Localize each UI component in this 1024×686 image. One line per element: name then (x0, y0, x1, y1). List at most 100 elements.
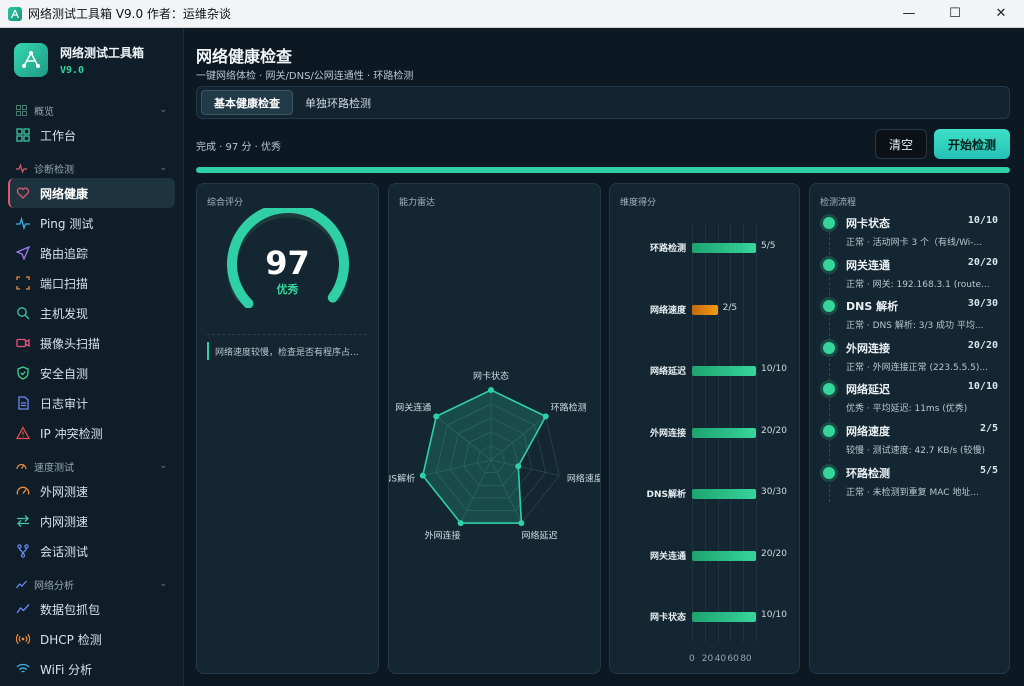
card-title: 综合评分 (207, 198, 244, 208)
wifi-icon (16, 662, 30, 676)
group-label: 诊断检测 (34, 164, 74, 176)
flow-step: DNS 解析 30/30 正常 · DNS 解析: 3/3 成功 平均... (810, 295, 998, 335)
sidebar-item-port-scan[interactable]: 端口扫描 (8, 268, 175, 298)
start-check-button[interactable]: 开始检测 (934, 129, 1010, 159)
chart-line-icon (16, 579, 27, 590)
sidebar-item-packet-capture[interactable]: 数据包抓包 (8, 594, 175, 624)
sidebar-item-label: 数据包抓包 (40, 602, 101, 617)
bar-value: 10/10 (761, 364, 787, 374)
sidebar-item-workbench[interactable]: 工作台 (8, 120, 175, 150)
sidebar-item-label: 安全自测 (40, 366, 89, 381)
step-description: 正常 · 网关: 192.168.3.1 (route... (846, 279, 990, 290)
bar-label: 网卡状态 (649, 613, 686, 623)
step-score: 20/20 (967, 256, 998, 268)
flow-step: 外网连接 20/20 正常 · 外网连接正常 (223.5.5.5)... (810, 337, 998, 377)
sidebar-item-log-audit[interactable]: 日志审计 (8, 388, 175, 418)
step-name: 网络延迟 (846, 383, 890, 397)
brand: 网络测试工具箱 V9.0 (0, 28, 183, 92)
sidebar-item-wan-speed[interactable]: 外网测速 (8, 476, 175, 506)
progress-fill (196, 167, 1010, 173)
clear-button[interactable]: 清空 (875, 129, 927, 159)
tab-basic-health-check[interactable]: 基本健康检查 (201, 90, 293, 115)
step-name: DNS 解析 (846, 300, 899, 314)
transfer-icon (16, 514, 30, 528)
chevron-down-icon: ⌄ (159, 579, 167, 589)
step-description: 较慢 · 测试速度: 42.7 KB/s (较慢) (846, 446, 986, 456)
tab-loop-detection[interactable]: 单独环路检测 (293, 90, 383, 115)
bar-value: 20/20 (761, 425, 787, 436)
brand-name: 网络测试工具箱 (60, 46, 145, 60)
card-title: 维度得分 (620, 198, 657, 208)
sidebar-item-label: IP 冲突检测 (40, 426, 103, 441)
score-card: 综合评分 97 优秀 网络速度较慢，检查是否有程序占... (196, 183, 379, 674)
minimize-button[interactable]: — (886, 0, 932, 28)
group-diagnostics[interactable]: 诊断检测 ⌄ (0, 158, 183, 178)
radar-area (421, 389, 547, 524)
sidebar-item-label: 端口扫描 (40, 276, 89, 291)
radar-axis-label: 网关连通 (395, 402, 431, 414)
sidebar-item-label: DHCP 检测 (40, 632, 102, 647)
step-description: 正常 · DNS 解析: 3/3 成功 平均... (846, 321, 984, 332)
sidebar-item-network-health[interactable]: 网络健康 (8, 178, 175, 208)
app-logo-icon (14, 43, 48, 77)
page-title: 网络健康检查 (196, 47, 293, 66)
chevron-down-icon: ⌄ (159, 163, 167, 173)
radar-point (518, 520, 525, 527)
maximize-button[interactable]: ☐ (932, 0, 978, 28)
bar (692, 243, 756, 253)
sidebar-item-host-discovery[interactable]: 主机发现 (8, 298, 175, 328)
page-subtitle: 一键网络体检 · 网关/DNS/公网连通性 · 环路检测 (196, 71, 414, 82)
sidebar-item-ip-conflict[interactable]: IP 冲突检测 (8, 418, 175, 448)
bar-row: 网络延迟 10/10 (610, 364, 800, 378)
camera-icon (16, 336, 30, 350)
bar-label: 环路检测 (649, 244, 686, 254)
flow-step: 环路检测 5/5 正常 · 未检测到重复 MAC 地址... (810, 462, 998, 502)
sidebar-item-label: 路由追踪 (40, 246, 89, 261)
main-content: 网络健康检查 一键网络体检 · 网关/DNS/公网连通性 · 环路检测 基本健康… (184, 28, 1024, 686)
radar-point (457, 520, 464, 527)
sidebar-item-security-test[interactable]: 安全自测 (8, 358, 175, 388)
sidebar-item-session-test[interactable]: 会话测试 (8, 536, 175, 566)
axis-tick-label: 60 (727, 654, 739, 664)
sidebar-item-label: 网络健康 (40, 186, 89, 201)
card-title: 检测流程 (820, 198, 857, 208)
radar-axis-label: 外网连接 (425, 530, 461, 542)
step-name: 网络速度 (846, 425, 890, 438)
grid-icon (16, 128, 30, 142)
warning-icon (16, 426, 30, 440)
radar-axis-label: 环路检测 (551, 402, 587, 414)
window-titlebar: 网络测试工具箱 V9.0 作者：运维杂谈 — ☐ ✕ (0, 0, 1024, 28)
group-speed-test[interactable]: 速度测试 ⌄ (0, 456, 183, 476)
bar-label: 网关连通 (649, 551, 686, 562)
group-label: 网络分析 (34, 580, 74, 592)
radar-point (433, 413, 440, 420)
bar-value: 30/30 (761, 487, 787, 497)
step-description: 优秀 · 平均延迟: 11ms (优秀) (846, 404, 968, 415)
radar-axis-label: DNS解析 (389, 473, 415, 485)
sidebar-item-traceroute[interactable]: 路由追踪 (8, 238, 175, 268)
sidebar-item-label: 会话测试 (40, 544, 89, 559)
axis-tick-label: 0 (689, 654, 695, 664)
sidebar-item-ping[interactable]: Ping 测试 (8, 208, 175, 238)
status-dot-icon (823, 258, 835, 271)
sidebar-item-dhcp-check[interactable]: DHCP 检测 (8, 624, 175, 654)
sidebar-item-wifi-analysis[interactable]: WiFi 分析 (8, 654, 175, 684)
broadcast-icon (16, 632, 30, 646)
sidebar-item-camera-scan[interactable]: 摄像头扫描 (8, 328, 175, 358)
grid-icon (16, 104, 27, 116)
sidebar: 网络测试工具箱 V9.0 概览 ⌄ 工作台 诊断检测 ⌄ 网络健康 Ping 测… (0, 28, 184, 686)
bar (692, 427, 756, 438)
group-network-analysis[interactable]: 网络分析 ⌄ (0, 574, 183, 594)
status-dot-icon (823, 425, 835, 437)
bar-row: 外网连接 20/20 (610, 426, 800, 440)
sidebar-item-lan-speed[interactable]: 内网测速 (8, 506, 175, 536)
step-description: 正常 · 未检测到重复 MAC 地址... (846, 487, 979, 498)
bar (692, 304, 718, 315)
group-overview[interactable]: 概览 ⌄ (0, 100, 183, 120)
search-icon (16, 306, 30, 320)
chevron-down-icon: ⌄ (159, 105, 167, 115)
chart-line-icon (16, 602, 30, 616)
axis-tick-label: 80 (740, 654, 752, 664)
close-button[interactable]: ✕ (978, 0, 1024, 28)
status-dot-icon (823, 300, 835, 313)
